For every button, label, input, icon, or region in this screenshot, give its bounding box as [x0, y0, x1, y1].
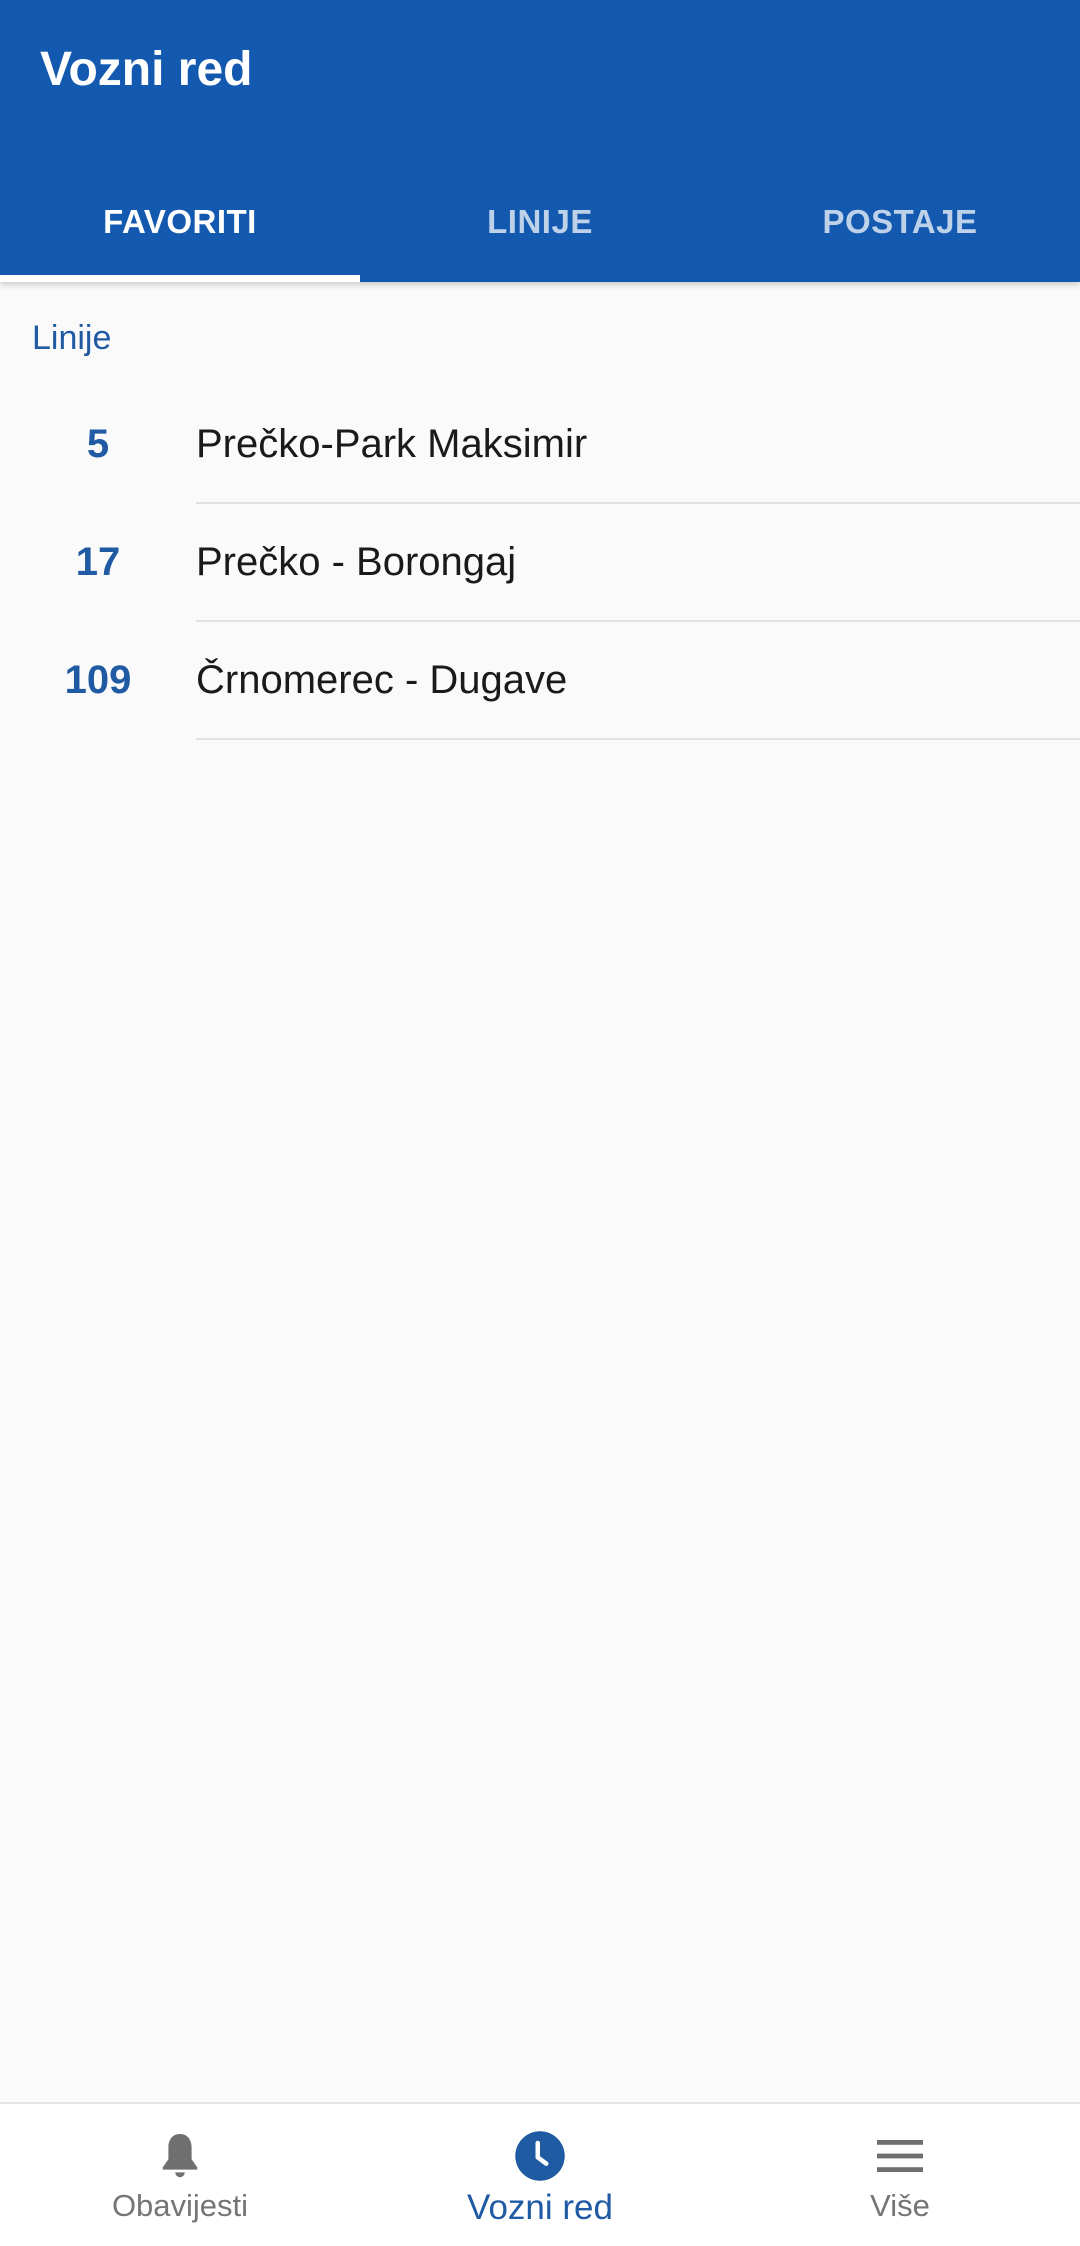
bottom-navigation: Obavijesti Vozni red Više: [0, 2102, 1080, 2246]
line-number: 109: [64, 657, 132, 702]
tab-postaje[interactable]: POSTAJE: [720, 162, 1080, 282]
app-bar: Vozni red FAVORITI LINIJE POSTAJE: [0, 0, 1080, 282]
bell-icon: [150, 2126, 210, 2186]
app-title: Vozni red: [40, 43, 253, 96]
line-route-name: Prečko-Park Maksimir: [196, 421, 588, 466]
nav-item-vozni-red[interactable]: Vozni red: [360, 2104, 720, 2246]
line-number: 17: [75, 539, 121, 584]
list-item-line[interactable]: 109 Črnomerec - Dugave: [0, 622, 1080, 740]
tab-favoriti[interactable]: FAVORITI: [0, 162, 360, 282]
active-tab-indicator: [0, 275, 360, 282]
line-number: 5: [86, 421, 110, 466]
line-route-name: Prečko - Borongaj: [196, 539, 517, 584]
tab-label: FAVORITI: [103, 203, 257, 240]
line-route-name: Črnomerec - Dugave: [196, 657, 568, 702]
list-item-line[interactable]: 17 Prečko - Borongaj: [0, 504, 1080, 622]
tab-linije[interactable]: LINIJE: [360, 162, 720, 282]
app-screen: Vozni red FAVORITI LINIJE POSTAJE Linije…: [0, 0, 1080, 2246]
nav-label: Vozni red: [467, 2188, 613, 2227]
list-item-line[interactable]: 5 Prečko-Park Maksimir: [0, 386, 1080, 504]
section-header-lines: Linije: [32, 319, 112, 357]
nav-item-obavijesti[interactable]: Obavijesti: [0, 2104, 360, 2246]
favorite-lines-list: 5 Prečko-Park Maksimir 17 Prečko - Boron…: [0, 386, 1080, 740]
nav-label: Obavijesti: [111, 2188, 249, 2223]
nav-label: Više: [870, 2188, 930, 2223]
clock-icon: [510, 2126, 570, 2186]
divider: [196, 738, 1080, 740]
tab-label: POSTAJE: [822, 203, 978, 240]
tab-bar: FAVORITI LINIJE POSTAJE: [0, 162, 1080, 282]
menu-icon: [870, 2126, 930, 2186]
nav-item-vise[interactable]: Više: [720, 2104, 1080, 2246]
tab-label: LINIJE: [487, 203, 593, 240]
